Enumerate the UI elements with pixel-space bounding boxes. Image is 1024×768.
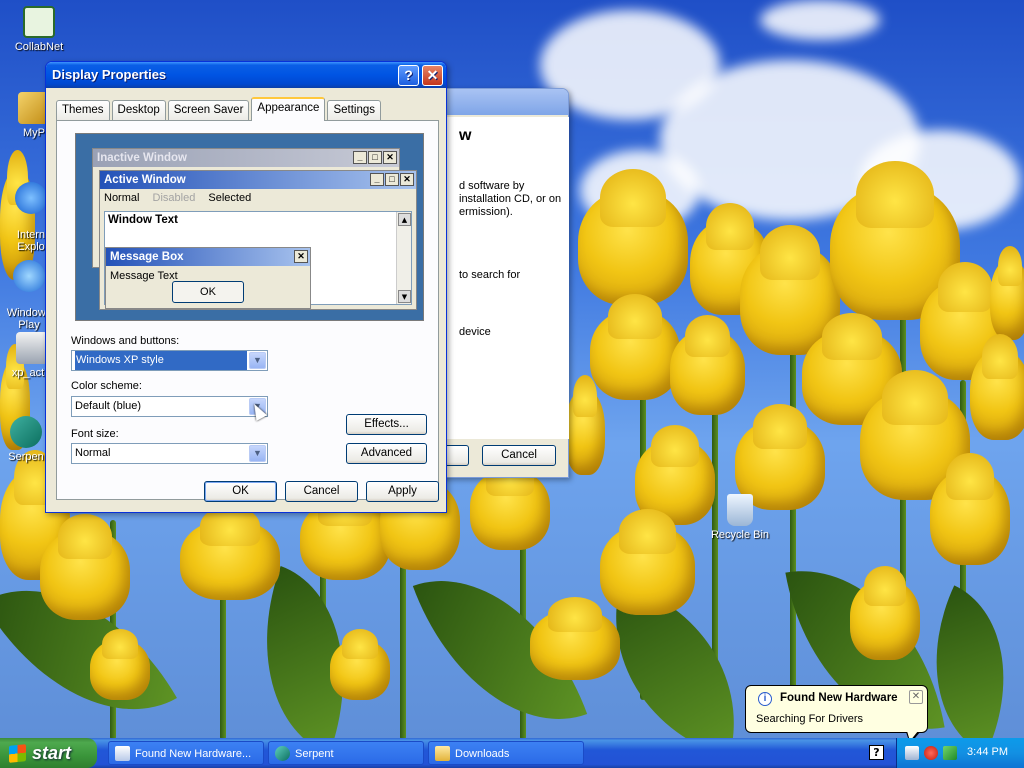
windows-buttons-value: Windows XP style [75, 351, 247, 370]
dialog-content: Themes Desktop Screen Saver Appearance S… [49, 89, 443, 509]
task-serpent[interactable]: Serpent [268, 741, 424, 765]
desktop-icon-recycle-bin[interactable]: Recycle Bin [702, 494, 778, 541]
info-icon: i [758, 692, 772, 706]
close-icon: ✕ [911, 691, 921, 702]
active-window-title: Active Window [104, 174, 186, 186]
wizard-cancel-button[interactable]: Cancel [482, 445, 556, 466]
effects-button[interactable]: Effects... [346, 414, 427, 435]
desktop-icon-collabnet[interactable]: CollabNet [1, 6, 77, 53]
minimize-icon: _ [353, 151, 367, 164]
wizard-title-bar[interactable] [439, 89, 568, 115]
start-label: start [32, 743, 72, 763]
network-icon[interactable] [943, 746, 957, 760]
apply-button[interactable]: Apply [366, 481, 439, 502]
scroll-down-icon: ▼ [398, 290, 411, 303]
tab-screen-saver[interactable]: Screen Saver [167, 100, 250, 120]
task-label: Found New Hardware... [135, 748, 252, 760]
help-icon: ? [404, 67, 413, 83]
hardware-tray-icon[interactable] [905, 746, 919, 760]
wizard-text-line: installation CD, or on [459, 193, 562, 205]
window-text-label: Window Text [108, 214, 178, 226]
wizard-text-line: ermission). [459, 206, 513, 218]
task-downloads[interactable]: Downloads [428, 741, 584, 765]
windows-media-player-icon [13, 260, 45, 292]
preview-ok-button: OK [172, 281, 244, 303]
color-scheme-select[interactable]: Default (blue) ▼ [71, 396, 268, 417]
windows-buttons-label: Windows and buttons: [71, 335, 180, 347]
display-properties-dialog: Display Properties ? ✕ Themes Desktop Sc… [45, 61, 447, 513]
font-size-value: Normal [75, 447, 111, 459]
task-found-new-hardware[interactable]: Found New Hardware... [108, 741, 264, 765]
serpent-icon [275, 746, 290, 761]
appearance-panel: Inactive Window _ □ ✕ Active Window _ □ ✕ No… [56, 120, 439, 500]
serpent-icon [10, 416, 42, 448]
balloon-close-button[interactable]: ✕ [909, 690, 923, 704]
wizard-text-line: to search for [459, 269, 521, 281]
close-icon: ✕ [400, 173, 414, 186]
dialog-title: Display Properties [52, 67, 167, 82]
wizard-text-line: device [459, 326, 491, 338]
hardware-icon [115, 746, 130, 761]
internet-explorer-icon [15, 182, 47, 214]
ok-button[interactable]: OK [204, 481, 277, 502]
wizard-back-button[interactable] [447, 445, 469, 466]
security-alert-icon[interactable] [924, 746, 938, 760]
color-scheme-value: Default (blue) [75, 400, 142, 412]
system-tray: 3:44 PM [896, 738, 1024, 768]
close-icon: ✕ [426, 67, 439, 83]
minimize-icon: _ [370, 173, 384, 186]
appearance-preview: Inactive Window _ □ ✕ Active Window _ □ ✕ No… [75, 133, 424, 321]
message-box-title: Message Box [110, 251, 184, 263]
help-button[interactable]: ? [398, 65, 419, 86]
folder-icon [435, 746, 450, 761]
clock[interactable]: 3:44 PM [967, 746, 1008, 758]
wizard-heading: w [459, 127, 472, 144]
balloon-title: Found New Hardware [780, 692, 898, 704]
windows-buttons-select[interactable]: Windows XP style ▼ [71, 350, 268, 371]
tab-themes[interactable]: Themes [56, 100, 110, 120]
inactive-window-title: Inactive Window [97, 152, 187, 164]
advanced-button[interactable]: Advanced [346, 443, 427, 464]
cancel-button[interactable]: Cancel [285, 481, 358, 502]
xp-activate-icon [16, 332, 48, 364]
chevron-down-icon[interactable]: ▼ [249, 352, 266, 369]
maximize-icon: □ [385, 173, 399, 186]
dialog-title-bar[interactable]: Display Properties ? ✕ [46, 62, 446, 88]
preview-scrollbar: ▲ ▼ [396, 212, 411, 304]
menu-selected: Selected [208, 192, 252, 204]
start-button[interactable]: start [0, 738, 97, 768]
message-box-text: Message Text [110, 270, 178, 282]
preview-menu: Normal Disabled Selected [100, 189, 416, 207]
found-new-hardware-wizard: w d software by installation CD, or on e… [438, 88, 569, 478]
font-size-label: Font size: [71, 428, 119, 440]
tab-appearance[interactable]: Appearance [251, 97, 326, 121]
task-label: Serpent [295, 748, 334, 760]
tab-settings[interactable]: Settings [327, 100, 382, 120]
found-hardware-balloon[interactable]: i Found New Hardware Searching For Drive… [745, 685, 928, 744]
wizard-body: w d software by installation CD, or on e… [447, 117, 569, 439]
color-scheme-label: Color scheme: [71, 380, 142, 392]
help-icon[interactable]: ? [869, 745, 884, 760]
font-size-select[interactable]: Normal ▼ [71, 443, 268, 464]
close-icon: ✕ [383, 151, 397, 164]
maximize-icon: □ [368, 151, 382, 164]
chevron-down-icon[interactable]: ▼ [249, 445, 266, 462]
tab-strip: Themes Desktop Screen Saver Appearance S… [56, 97, 383, 121]
collabnet-icon [23, 6, 55, 38]
scroll-up-icon: ▲ [398, 213, 411, 226]
close-icon: ✕ [294, 250, 308, 263]
wizard-text-line: d software by [459, 180, 525, 192]
tab-desktop[interactable]: Desktop [111, 100, 166, 120]
recycle-bin-icon [727, 494, 753, 526]
balloon-body: Searching For Drivers [756, 713, 863, 725]
menu-disabled: Disabled [152, 192, 196, 204]
windows-logo-icon [9, 744, 26, 763]
preview-message-box: Message Box ✕ Message Text OK [105, 247, 311, 309]
menu-normal: Normal [104, 192, 140, 204]
task-label: Downloads [455, 748, 510, 760]
close-button[interactable]: ✕ [422, 65, 443, 86]
